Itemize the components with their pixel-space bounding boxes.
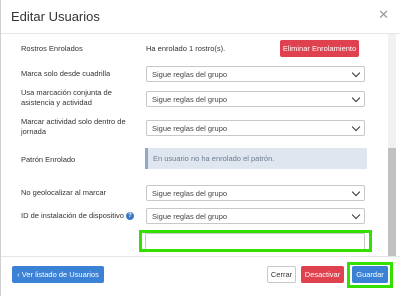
- id-instalacion-label-text: ID de instalación de dispositivo: [21, 211, 124, 220]
- highlight-save-box: [347, 262, 393, 288]
- highlight-input-box: [139, 230, 372, 252]
- id-instalacion-label: ID de instalación de dispositivo?: [21, 211, 146, 221]
- patron-label: Patrón Enrolado: [21, 155, 76, 164]
- marcacion-conjunta-value: Sigue reglas del grupo: [152, 95, 228, 104]
- patron-info-box: En usuario no ha enrolado el patrón.: [145, 148, 367, 169]
- chevron-down-icon: [351, 93, 361, 103]
- id-instalacion-select[interactable]: Sigue reglas del grupo: [146, 208, 365, 224]
- marcar-actividad-label: Marcar actividad solo dentro de jornada: [21, 117, 126, 136]
- chevron-down-icon: [351, 187, 361, 197]
- no-geolocalizar-value: Sigue reglas del grupo: [152, 189, 228, 198]
- marca-cuadrilla-value: Sigue reglas del grupo: [152, 70, 228, 79]
- deactivate-button[interactable]: Desactivar: [301, 266, 344, 283]
- rostros-label: Rostros Enrolados: [21, 44, 83, 53]
- marca-cuadrilla-select[interactable]: Sigue reglas del grupo: [146, 66, 365, 82]
- edit-users-modal: Editar Usuarios ✕ Rostros Enrolados Ha e…: [0, 0, 400, 296]
- modal-header: Editar Usuarios ✕: [1, 0, 400, 34]
- chevron-down-icon: [351, 210, 361, 220]
- marcacion-conjunta-select[interactable]: Sigue reglas del grupo: [146, 91, 365, 107]
- modal-title: Editar Usuarios: [11, 9, 100, 24]
- chevron-down-icon: [351, 68, 361, 78]
- chevron-left-icon: ‹: [17, 270, 20, 279]
- close-button[interactable]: Cerrar: [267, 266, 296, 283]
- modal-body: Rostros Enrolados Ha enrolado 1 rostro(s…: [1, 34, 400, 256]
- help-circle-icon[interactable]: ?: [125, 212, 134, 221]
- back-to-users-button[interactable]: ‹ Ver listado de Usuarios: [12, 266, 104, 283]
- back-to-users-label: Ver listado de Usuarios: [21, 270, 99, 279]
- delete-enrollment-button[interactable]: Eliminar Enrolamiento: [280, 40, 359, 57]
- id-instalacion-value: Sigue reglas del grupo: [152, 212, 228, 221]
- no-geolocalizar-select[interactable]: Sigue reglas del grupo: [146, 185, 365, 201]
- marcar-actividad-value: Sigue reglas del grupo: [152, 124, 228, 133]
- marcacion-conjunta-label: Usa marcación conjunta de asistencia y a…: [21, 88, 112, 107]
- rostros-value: Ha enrolado 1 rostro(s).: [146, 44, 226, 53]
- marcar-actividad-select[interactable]: Sigue reglas del grupo: [146, 120, 365, 136]
- chevron-down-icon: [351, 122, 361, 132]
- close-icon[interactable]: ✕: [378, 7, 389, 23]
- no-geolocalizar-label: No geolocalizar al marcar: [21, 188, 107, 197]
- scrollbar-thumb[interactable]: [388, 148, 396, 256]
- marca-cuadrilla-label: Marca solo desde cuadrilla: [21, 69, 111, 78]
- patron-info-text: En usuario no ha enrolado el patrón.: [153, 154, 275, 163]
